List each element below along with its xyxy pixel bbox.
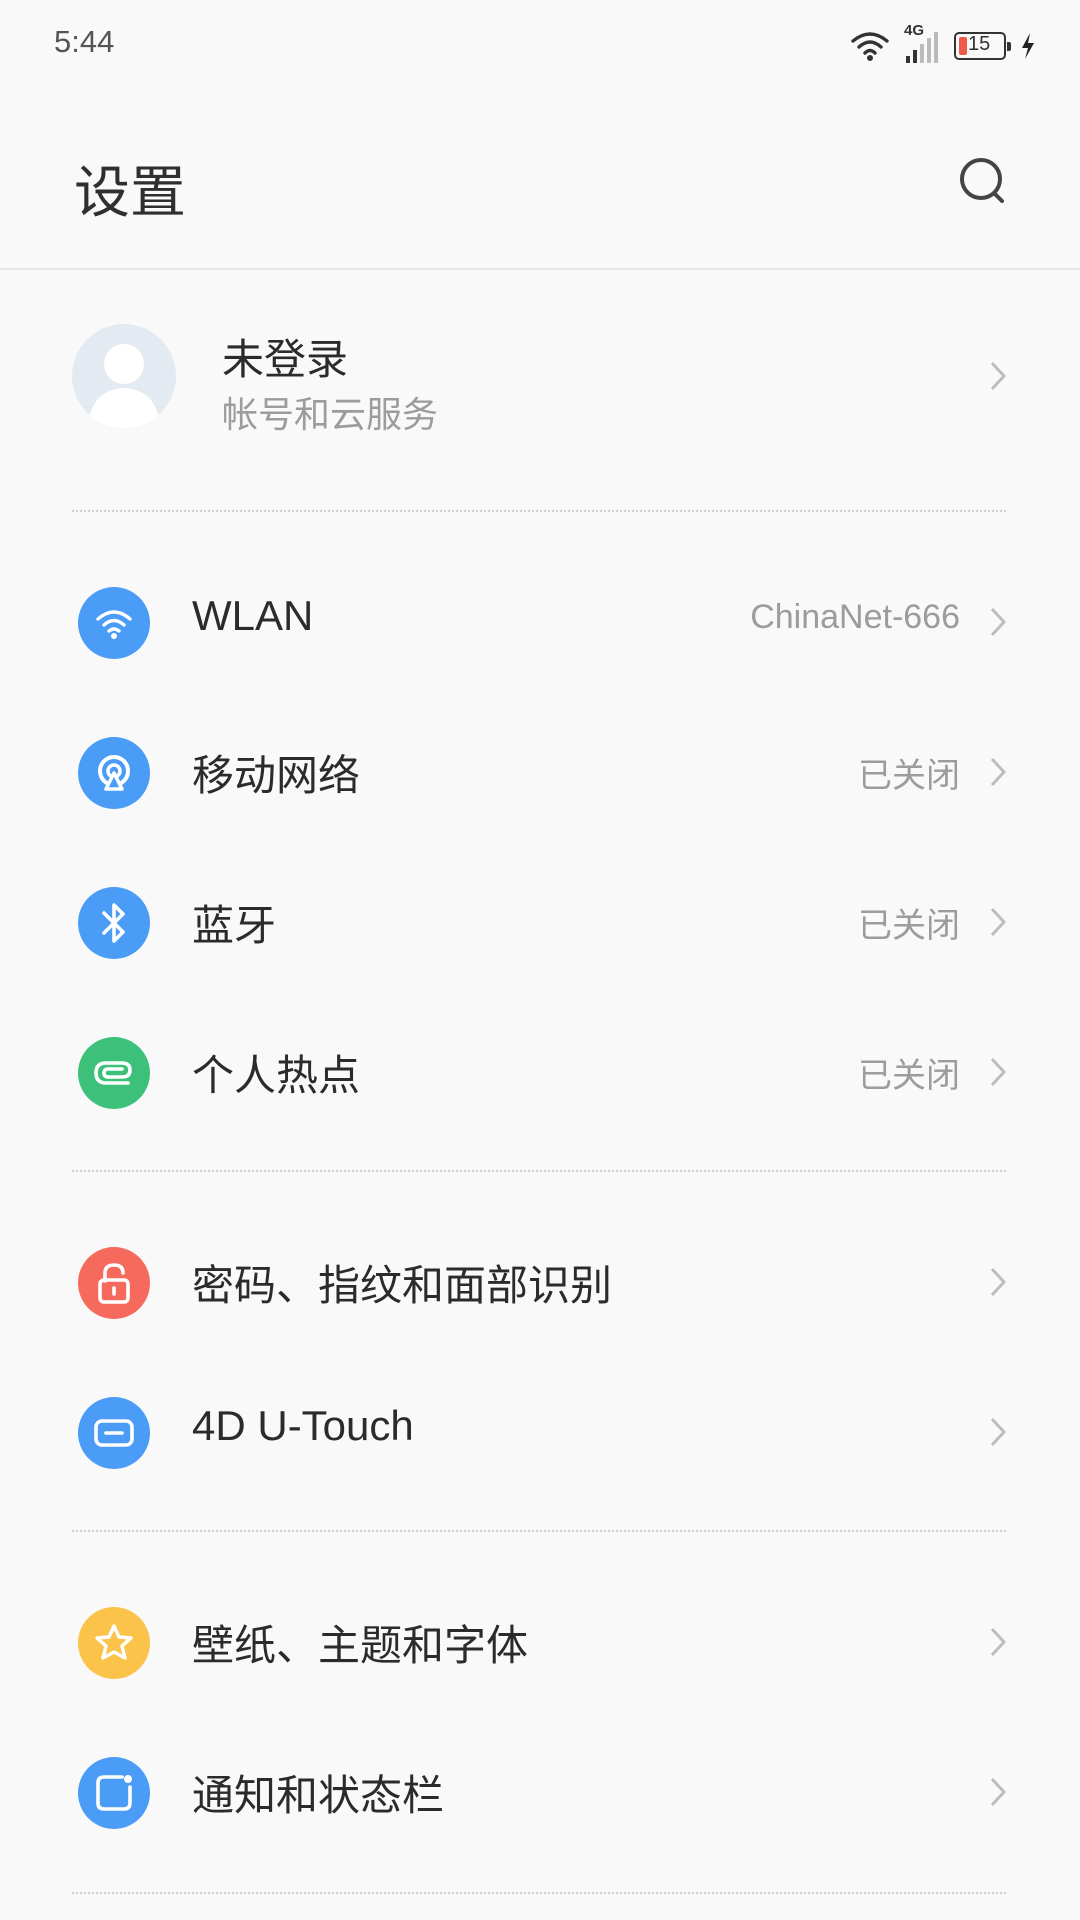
search-button[interactable] xyxy=(958,156,1010,208)
bluetooth-row[interactable]: 蓝牙 已关闭 xyxy=(0,842,1080,992)
u-touch-row[interactable]: 4D U-Touch xyxy=(0,1352,1080,1502)
chevron-right-icon xyxy=(990,1057,1007,1087)
notification-icon xyxy=(78,1757,150,1829)
wallpaper-theme-row[interactable]: 壁纸、主题和字体 xyxy=(0,1562,1080,1712)
row-value: 已关闭 xyxy=(858,906,960,946)
avatar xyxy=(72,324,176,428)
section-divider xyxy=(72,1892,1006,1894)
row-label: 密码、指纹和面部识别 xyxy=(192,1261,613,1310)
page-title: 设置 xyxy=(74,161,186,226)
mobile-network-icon xyxy=(78,737,150,809)
chevron-right-icon xyxy=(990,907,1007,937)
wifi-icon xyxy=(78,587,150,659)
chevron-right-icon xyxy=(990,1267,1007,1297)
hotspot-row[interactable]: 个人热点 已关闭 xyxy=(0,992,1080,1142)
row-value: 已关闭 xyxy=(858,756,960,796)
section-divider xyxy=(72,510,1006,512)
search-icon xyxy=(960,158,1004,203)
row-value: 已关闭 xyxy=(858,1056,960,1096)
status-time: 5:44 xyxy=(54,24,115,59)
wlan-row[interactable]: WLAN ChinaNet-666 xyxy=(0,542,1080,692)
chevron-right-icon xyxy=(990,1627,1007,1657)
chevron-right-icon xyxy=(990,607,1007,637)
section-divider xyxy=(72,1170,1006,1172)
row-label: 壁纸、主题和字体 xyxy=(192,1621,529,1670)
touch-icon xyxy=(78,1397,150,1469)
notification-statusbar-row[interactable]: 通知和状态栏 xyxy=(0,1712,1080,1862)
charging-icon xyxy=(1022,33,1034,59)
star-icon xyxy=(78,1607,150,1679)
row-label: 4D U-Touch xyxy=(192,1402,414,1449)
wifi-icon xyxy=(851,32,889,61)
account-subtitle: 帐号和云服务 xyxy=(222,395,439,436)
lock-icon xyxy=(78,1247,150,1319)
row-label: 蓝牙 xyxy=(192,901,277,950)
chevron-right-icon xyxy=(990,1777,1007,1807)
security-row[interactable]: 密码、指纹和面部识别 xyxy=(0,1202,1080,1352)
row-label: 移动网络 xyxy=(192,751,361,800)
battery-icon: 15 xyxy=(954,32,1011,60)
cellular-signal-icon: 4G xyxy=(904,22,940,64)
battery-level: 15 xyxy=(968,33,991,55)
row-value: ChinaNet-666 xyxy=(750,598,960,636)
mobile-network-row[interactable]: 移动网络 已关闭 xyxy=(0,692,1080,842)
row-label: WLAN xyxy=(192,592,314,639)
chevron-right-icon xyxy=(990,1417,1007,1447)
user-avatar-icon xyxy=(88,344,160,428)
app-header: 设置 xyxy=(0,92,1080,270)
row-label: 个人热点 xyxy=(192,1051,361,1100)
status-bar: 5:44 4G 15 xyxy=(0,0,1080,92)
hotspot-icon xyxy=(78,1037,150,1109)
section-divider xyxy=(72,1530,1006,1532)
chevron-right-icon xyxy=(990,757,1007,787)
account-row[interactable]: 未登录 帐号和云服务 xyxy=(0,290,1080,460)
status-icons: 4G 15 xyxy=(850,22,1036,68)
row-label: 通知和状态栏 xyxy=(192,1771,445,1820)
bluetooth-icon xyxy=(78,887,150,959)
account-name: 未登录 xyxy=(222,335,349,384)
chevron-right-icon xyxy=(990,361,1007,391)
